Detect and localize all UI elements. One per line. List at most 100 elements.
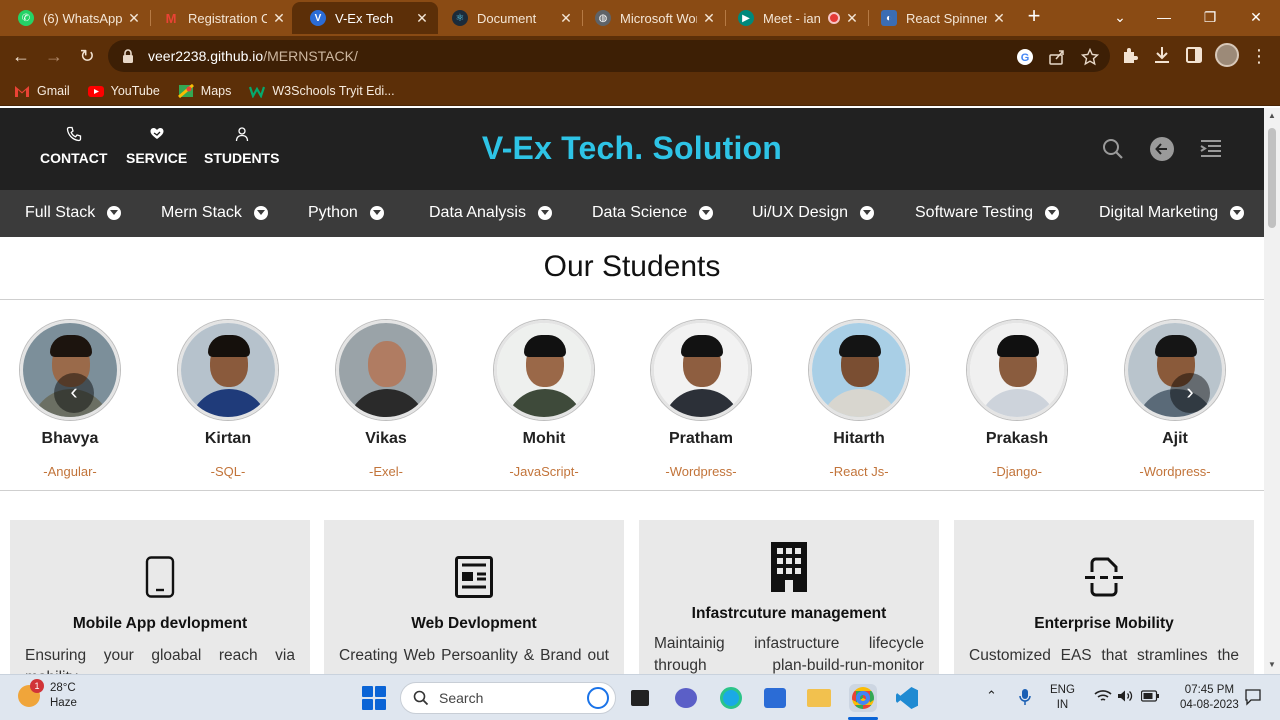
scrollbar-thumb[interactable] [1268,128,1276,228]
lock-icon [123,49,133,63]
tab-microsoft-word[interactable]: ◍ Microsoft Wor ✕ [577,2,725,34]
category-digital-marketing[interactable]: Digital Marketing [1099,204,1245,222]
profile-avatar[interactable] [1215,43,1239,67]
bookmark-star-icon[interactable] [1081,48,1099,66]
category-full-stack[interactable]: Full Stack [25,204,122,222]
scroll-down-icon[interactable]: ▼ [1267,660,1277,669]
scan-document-icon [1085,557,1123,597]
clock[interactable]: 07:45 PM 04-08-2023 [1180,683,1239,713]
tab-react-spinners[interactable]: ◐ React Spinners ✕ [863,2,1015,34]
gmail-icon [15,85,29,97]
service-card[interactable]: Infastrcuture management Maintainig infa… [639,520,939,674]
chrome-icon[interactable] [849,684,877,712]
browser-menu-button[interactable]: ⋮ [1246,43,1272,69]
bookmark-youtube[interactable]: YouTube [87,84,160,98]
tab-title: Registration Co [188,10,267,26]
wifi-icon[interactable] [1094,689,1112,703]
store-icon[interactable] [761,684,789,712]
bookmark-w3schools[interactable]: W3Schools Tryit Edi... [249,84,395,98]
address-bar[interactable]: veer2238.github.io/MERNSTACK/ G [108,40,1110,72]
file-explorer-icon[interactable] [805,684,833,712]
taskbar-search[interactable]: Search [400,682,616,714]
tab-meet[interactable]: ▶ Meet - ian ✕ [720,2,868,34]
service-title: Web Devlopment [411,615,537,632]
student-name: Bhavya [41,430,99,447]
category-mern-stack[interactable]: Mern Stack [161,204,268,222]
category-ui-ux-design[interactable]: Ui/UX Design [752,204,875,222]
page-scrollbar[interactable]: ▲ ▼ [1264,108,1280,674]
student-skill: -React Js- [829,464,889,479]
reload-button[interactable]: ↻ [74,43,100,69]
tab-whatsapp[interactable]: ✆ (6) WhatsApp ✕ [0,2,150,34]
teams-chat-icon[interactable] [672,684,700,712]
back-arrow-icon[interactable] [1149,136,1175,162]
tab-document[interactable]: ⚛ Document ✕ [434,2,582,34]
back-button[interactable]: ← [8,43,34,69]
search-icon[interactable] [1100,136,1126,162]
whatsapp-icon: ✆ [18,10,34,26]
student-card[interactable]: Kirtan -SQL- [158,320,298,479]
close-icon[interactable]: ✕ [558,10,574,27]
close-icon[interactable]: ✕ [844,10,860,27]
category-data-science[interactable]: Data Science [592,204,714,222]
edge-icon[interactable] [717,684,745,712]
carousel-prev-button[interactable]: ‹ [54,373,94,413]
student-card[interactable]: Vikas -Exel- [316,320,456,479]
share-icon[interactable] [1048,48,1066,66]
tab-registration[interactable]: M Registration Co ✕ [145,2,295,34]
close-icon[interactable]: ✕ [414,10,430,27]
service-card[interactable]: Enterprise Mobility Customized EAS that … [954,520,1254,674]
student-card[interactable]: Prakash -Django- [947,320,1087,479]
battery-icon[interactable] [1141,690,1159,702]
close-icon[interactable]: ✕ [271,10,287,27]
close-window-button[interactable]: ✕ [1236,4,1276,30]
language-indicator[interactable]: ENG IN [1050,683,1075,713]
student-card[interactable]: Hitarth -React Js- [789,320,929,479]
vex-favicon-icon: V [310,10,326,26]
restore-button[interactable]: ❐ [1190,4,1230,30]
weather-widget[interactable]: 1 28°C Haze [18,679,77,711]
service-title: Enterprise Mobility [1034,615,1174,632]
close-icon[interactable]: ✕ [991,10,1007,27]
category-software-testing[interactable]: Software Testing [915,204,1059,222]
bookmark-maps[interactable]: Maps [177,83,231,98]
close-icon[interactable]: ✕ [126,10,142,27]
category-python[interactable]: Python [308,204,384,222]
tab-vex-tech[interactable]: V V-Ex Tech ✕ [292,2,438,34]
globe-icon: ◍ [595,10,611,26]
tab-search-button[interactable]: ⌄ [1100,4,1140,30]
vscode-icon[interactable] [893,684,921,712]
student-card[interactable]: Mohit -JavaScript- [474,320,614,479]
search-label: Search [439,690,484,706]
service-text: Maintainig infastructure lifecycle throu… [654,635,924,674]
scroll-up-icon[interactable]: ▲ [1267,111,1277,120]
menu-icon[interactable] [1198,136,1224,162]
task-view-icon[interactable] [626,684,654,712]
close-icon[interactable]: ✕ [701,10,717,27]
notifications-icon[interactable] [1244,688,1262,706]
forward-button[interactable]: → [41,43,67,69]
student-skill: -Exel- [369,464,403,479]
tray-overflow-icon[interactable]: ⌃ [986,688,997,703]
student-card[interactable]: Pratham -Wordpress- [631,320,771,479]
student-photo [651,320,751,420]
side-panel-icon[interactable] [1184,45,1204,65]
new-tab-button[interactable]: + [1022,5,1046,29]
category-data-analysis[interactable]: Data Analysis [429,204,552,222]
volume-icon[interactable] [1117,689,1133,703]
extensions-icon[interactable] [1120,45,1140,65]
student-photo [809,320,909,420]
start-button[interactable] [362,686,386,710]
download-icon[interactable] [1152,45,1172,65]
category-nav: Full Stack Mern Stack Python Data Analys… [0,190,1264,237]
bookmark-gmail[interactable]: Gmail [14,84,70,98]
student-photo [336,320,436,420]
service-text: Customized EAS that stramlines the [969,647,1239,664]
service-card[interactable]: Web Devlopment Creating Web Persoanlity … [324,520,624,674]
microphone-icon[interactable] [1018,688,1032,706]
mobile-icon [145,556,175,598]
carousel-next-button[interactable]: › [1170,373,1210,413]
google-lens-icon[interactable]: G [1016,48,1034,66]
minimize-button[interactable]: — [1144,4,1184,30]
service-card[interactable]: Mobile App devlopment Ensuring your gloa… [10,520,310,674]
